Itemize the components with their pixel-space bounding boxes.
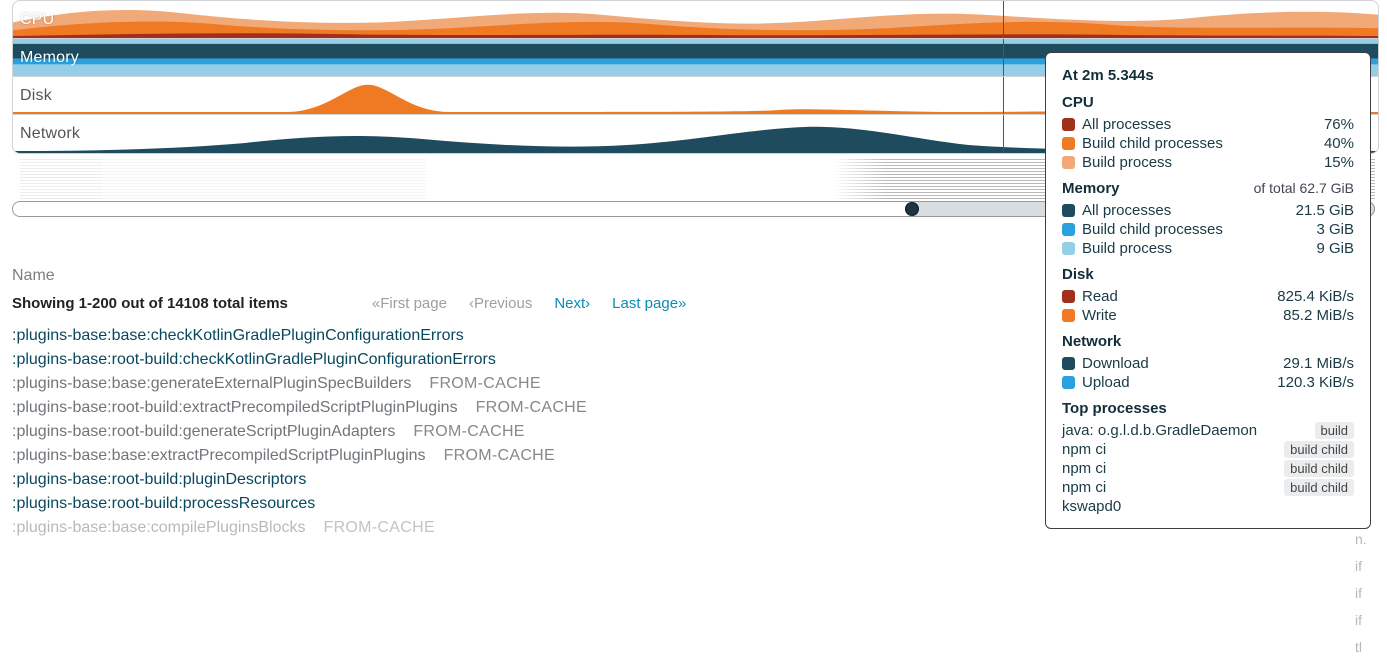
metric-row: All processes76% bbox=[1062, 115, 1354, 134]
metric-label: Write bbox=[1082, 307, 1283, 324]
swatch bbox=[1062, 376, 1075, 389]
task-cache-status: FROM-CACHE bbox=[324, 519, 435, 536]
swatch bbox=[1062, 118, 1075, 131]
pager-prev[interactable]: ‹Previous bbox=[469, 295, 532, 312]
chart-marker bbox=[1003, 77, 1004, 114]
process-name: npm ci bbox=[1062, 460, 1284, 477]
chart-row-cpu[interactable]: CPU bbox=[13, 1, 1378, 39]
swatch bbox=[1062, 156, 1075, 169]
top-process-row: npm cibuild child bbox=[1062, 478, 1354, 497]
process-name: kswapd0 bbox=[1062, 498, 1354, 515]
pager-last[interactable]: Last page» bbox=[612, 295, 686, 312]
task-name: :plugins-base:root-build:generateScriptP… bbox=[12, 423, 395, 440]
pager-summary: Showing 1-200 out of 14108 total items bbox=[12, 295, 288, 312]
metric-row: Build child processes40% bbox=[1062, 134, 1354, 153]
swatch bbox=[1062, 290, 1075, 303]
task-name: :plugins-base:base:compilePluginsBlocks bbox=[12, 519, 306, 536]
process-tag: build child bbox=[1284, 479, 1354, 496]
metric-label: Download bbox=[1082, 355, 1283, 372]
swatch bbox=[1062, 309, 1075, 322]
task-name: :plugins-base:root-build:checkKotlinGrad… bbox=[12, 351, 496, 368]
pager-first[interactable]: «First page bbox=[372, 295, 447, 312]
chart-label-disk: Disk bbox=[18, 87, 54, 105]
task-name: :plugins-base:root-build:extractPrecompi… bbox=[12, 399, 458, 416]
chart-label-cpu: CPU bbox=[18, 11, 56, 29]
process-name: npm ci bbox=[1062, 479, 1284, 496]
process-name: java: o.g.l.d.b.GradleDaemon bbox=[1062, 422, 1315, 439]
metric-row: Download29.1 MiB/s bbox=[1062, 354, 1354, 373]
tooltip-title: At 2m 5.344s bbox=[1062, 67, 1354, 84]
metric-row: Read825.4 KiB/s bbox=[1062, 287, 1354, 306]
metric-row: Build process9 GiB bbox=[1062, 239, 1354, 258]
metric-value: 15% bbox=[1324, 154, 1354, 171]
metric-label: Build process bbox=[1082, 240, 1316, 257]
metric-row: Write85.2 MiB/s bbox=[1062, 306, 1354, 325]
chart-label-memory: Memory bbox=[18, 49, 81, 67]
metric-value: 21.5 GiB bbox=[1296, 202, 1354, 219]
process-tag: build child bbox=[1284, 460, 1354, 477]
scrub-handle[interactable] bbox=[905, 202, 919, 216]
metric-value: 29.1 MiB/s bbox=[1283, 355, 1354, 372]
metric-value: 9 GiB bbox=[1316, 240, 1354, 257]
metrics-tooltip: At 2m 5.344s CPU All processes76%Build c… bbox=[1045, 52, 1371, 529]
task-cache-status: FROM-CACHE bbox=[413, 423, 524, 440]
metric-label: All processes bbox=[1082, 202, 1296, 219]
metric-row: Upload120.3 KiB/s bbox=[1062, 373, 1354, 392]
metric-label: Build child processes bbox=[1082, 135, 1324, 152]
tt-head-cpu: CPU bbox=[1062, 94, 1354, 111]
metric-label: Upload bbox=[1082, 374, 1277, 391]
metric-value: 85.2 MiB/s bbox=[1283, 307, 1354, 324]
metric-label: Read bbox=[1082, 288, 1277, 305]
tt-head-top: Top processes bbox=[1062, 400, 1354, 417]
swatch bbox=[1062, 204, 1075, 217]
metric-value: 120.3 KiB/s bbox=[1277, 374, 1354, 391]
metric-value: 825.4 KiB/s bbox=[1277, 288, 1354, 305]
task-name: :plugins-base:root-build:pluginDescripto… bbox=[12, 471, 306, 488]
chart-marker bbox=[1003, 1, 1004, 38]
top-process-row: npm cibuild child bbox=[1062, 440, 1354, 459]
task-name: :plugins-base:base:checkKotlinGradlePlug… bbox=[12, 327, 464, 344]
tt-head-network: Network bbox=[1062, 333, 1354, 350]
metric-value: 3 GiB bbox=[1316, 221, 1354, 238]
process-name: npm ci bbox=[1062, 441, 1284, 458]
task-name: :plugins-base:base:extractPrecompiledScr… bbox=[12, 447, 426, 464]
task-name: :plugins-base:root-build:processResource… bbox=[12, 495, 315, 512]
top-process-row: java: o.g.l.d.b.GradleDaemonbuild bbox=[1062, 421, 1354, 440]
metric-value: 76% bbox=[1324, 116, 1354, 133]
metric-row: Build process15% bbox=[1062, 153, 1354, 172]
task-cache-status: FROM-CACHE bbox=[429, 375, 540, 392]
chart-marker bbox=[1003, 39, 1004, 76]
swatch bbox=[1062, 223, 1075, 236]
chart-marker bbox=[1003, 115, 1004, 153]
task-cache-status: FROM-CACHE bbox=[444, 447, 555, 464]
metric-row: All processes21.5 GiB bbox=[1062, 201, 1354, 220]
top-process-row: npm cibuild child bbox=[1062, 459, 1354, 478]
tt-head-memory: Memory of total 62.7 GiB bbox=[1062, 180, 1354, 197]
process-tag: build bbox=[1315, 422, 1354, 439]
swatch bbox=[1062, 242, 1075, 255]
metric-label: Build process bbox=[1082, 154, 1324, 171]
chart-label-network: Network bbox=[18, 125, 82, 143]
swatch bbox=[1062, 137, 1075, 150]
metric-label: Build child processes bbox=[1082, 221, 1316, 238]
process-tag: build child bbox=[1284, 441, 1354, 458]
cpu-sparkline bbox=[13, 1, 1378, 38]
task-name: :plugins-base:base:generateExternalPlugi… bbox=[12, 375, 411, 392]
metric-row: Build child processes3 GiB bbox=[1062, 220, 1354, 239]
task-cache-status: FROM-CACHE bbox=[476, 399, 587, 416]
metric-value: 40% bbox=[1324, 135, 1354, 152]
tt-head-disk: Disk bbox=[1062, 266, 1354, 283]
pager-next[interactable]: Next› bbox=[554, 295, 590, 312]
swatch bbox=[1062, 357, 1075, 370]
metric-label: All processes bbox=[1082, 116, 1324, 133]
top-process-row: kswapd0 bbox=[1062, 497, 1354, 516]
